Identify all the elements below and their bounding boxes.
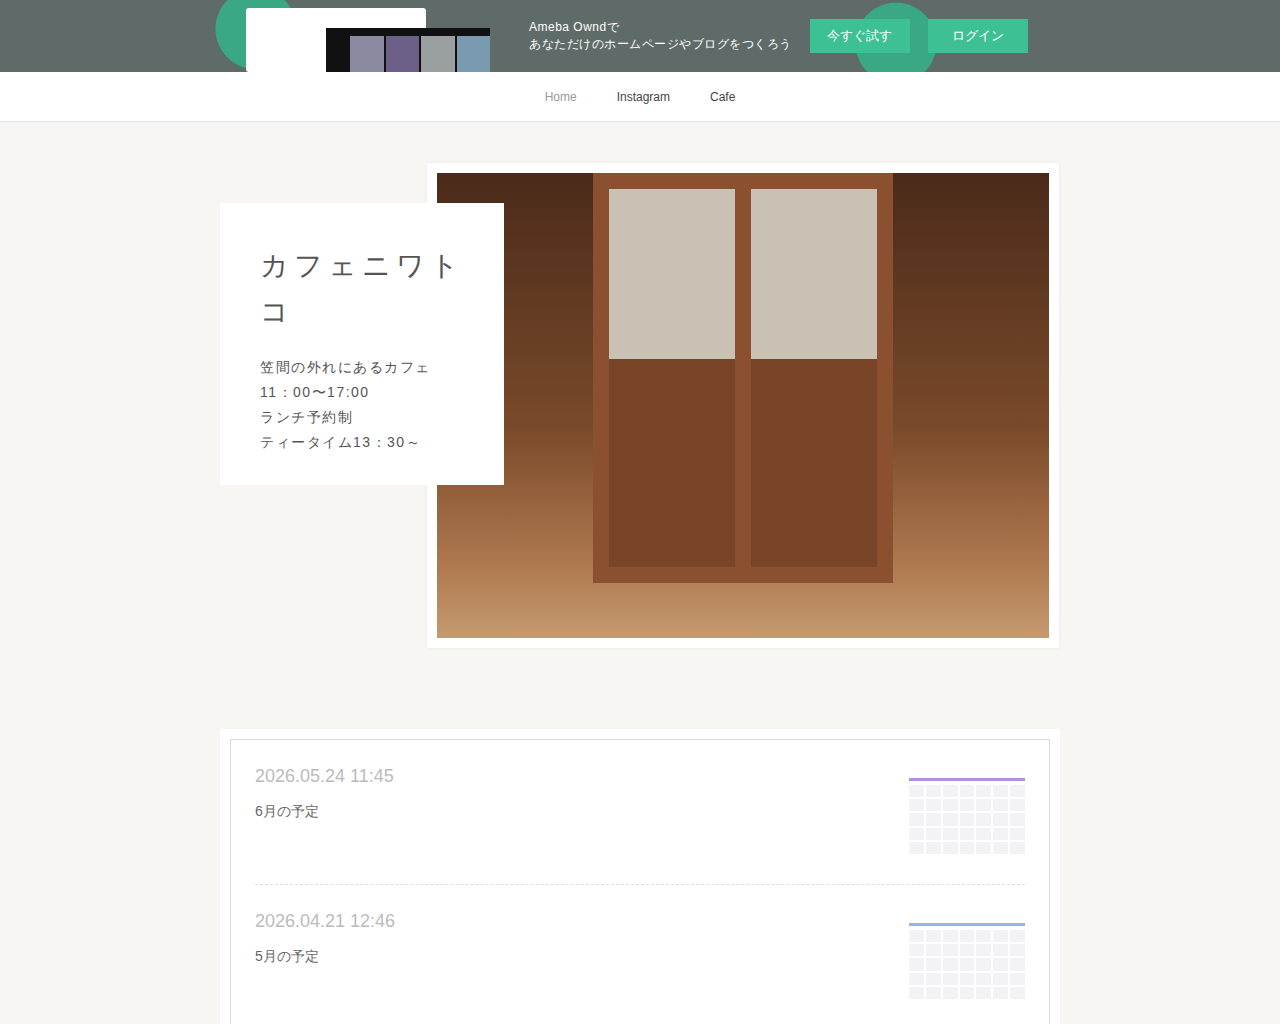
hero: カフェニワトコ笠間の外れにあるカフェ11：00〜17:00ランチ予約制ティータイ… xyxy=(220,163,1060,648)
post-item[interactable]: 2026.04.21 12:46 5月の予定 xyxy=(255,885,1025,1024)
shop-info: 笠間の外れにあるカフェ xyxy=(260,355,464,380)
shop-title: カフェニワトコ xyxy=(260,243,464,335)
post-title[interactable]: 6月の予定 xyxy=(255,803,394,821)
shop-info: 11：00〜17:00 xyxy=(260,380,464,405)
banner-button[interactable]: 今すぐ試す xyxy=(810,19,910,53)
nav-item[interactable]: Cafe xyxy=(710,90,735,104)
shop-info: ランチ予約制 xyxy=(260,405,464,430)
page: Ameba Owndであなただけのホームページやブログをつくろう今すぐ試すログイ… xyxy=(0,0,1280,1024)
shop-card: カフェニワトコ笠間の外れにあるカフェ11：00〜17:00ランチ予約制ティータイ… xyxy=(220,203,504,485)
promo-banner: Ameba Owndであなただけのホームページやブログをつくろう今すぐ試すログイ… xyxy=(0,0,1280,72)
shop-info: ティータイム13：30～ xyxy=(260,430,464,455)
nav-item[interactable]: Home xyxy=(545,90,577,104)
nav-bar: Home Instagram Cafe xyxy=(0,72,1280,122)
post-list: 2026.05.24 11:45 6月の予定 2026.04.21 12:46 5月の… xyxy=(220,729,1060,1024)
banner-button[interactable]: ログイン xyxy=(928,19,1028,53)
post-title[interactable]: 5月の予定 xyxy=(255,948,395,966)
hero-photo xyxy=(427,163,1059,648)
post-date: 2026.04.21 12:46 xyxy=(255,911,395,932)
nav-item[interactable]: Instagram xyxy=(617,90,670,104)
calendar-thumbnail[interactable] xyxy=(909,911,1025,999)
post-date: 2026.05.24 11:45 xyxy=(255,766,394,787)
calendar-thumbnail[interactable] xyxy=(909,766,1025,854)
promo-text: Ameba Owndであなただけのホームページやブログをつくろう xyxy=(529,19,792,53)
post-item[interactable]: 2026.05.24 11:45 6月の予定 xyxy=(255,740,1025,885)
preview-thumbnail xyxy=(246,0,490,72)
